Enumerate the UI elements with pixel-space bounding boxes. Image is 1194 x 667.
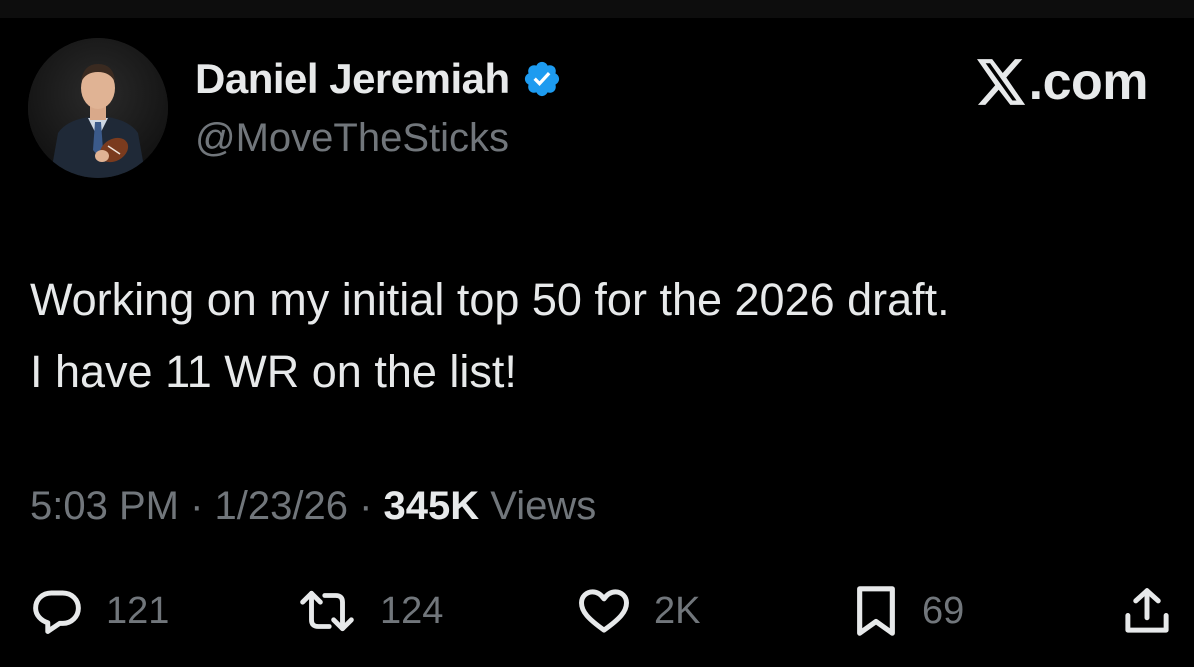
author-name-row: Daniel Jeremiah: [195, 54, 562, 104]
reply-icon: [30, 584, 84, 638]
tweet-time[interactable]: 5:03 PM: [30, 484, 179, 528]
x-logo-icon: [976, 59, 1027, 105]
verified-badge-icon: [522, 59, 562, 99]
bookmark-button[interactable]: 69: [852, 584, 964, 638]
bookmark-count: 69: [922, 589, 965, 632]
heart-icon: [576, 584, 632, 638]
author-handle[interactable]: @MoveTheSticks: [195, 116, 509, 161]
views-count: 345K: [383, 484, 480, 528]
share-icon: [1120, 584, 1174, 638]
repost-count: 124: [380, 589, 444, 632]
tweet-text-line: Working on my initial top 50 for the 202…: [30, 274, 950, 325]
top-strip: [0, 0, 1194, 18]
like-count: 2K: [654, 589, 701, 632]
views-label: Views: [479, 484, 597, 528]
like-button[interactable]: 2K: [576, 584, 700, 638]
avatar-photo: [28, 38, 168, 178]
repost-icon: [296, 584, 358, 638]
meta-separator: ·: [347, 484, 384, 528]
display-name[interactable]: Daniel Jeremiah: [195, 55, 510, 103]
brand-logo: .com: [976, 52, 1149, 112]
reply-button[interactable]: 121: [30, 584, 169, 638]
avatar[interactable]: [28, 38, 168, 178]
reply-count: 121: [106, 589, 170, 632]
share-button[interactable]: [1120, 584, 1174, 638]
bookmark-icon: [852, 583, 900, 639]
brand-domain-text: .com: [1028, 53, 1149, 111]
tweet-meta: 5:03 PM · 1/23/26 · 345K Views: [30, 484, 596, 529]
meta-separator: ·: [178, 484, 215, 528]
tweet-text-line: I have 11 WR on the list!: [30, 346, 517, 397]
tweet-text: Working on my initial top 50 for the 202…: [30, 264, 1170, 408]
repost-button[interactable]: 124: [296, 584, 443, 638]
tweet-date[interactable]: 1/23/26: [215, 484, 348, 528]
